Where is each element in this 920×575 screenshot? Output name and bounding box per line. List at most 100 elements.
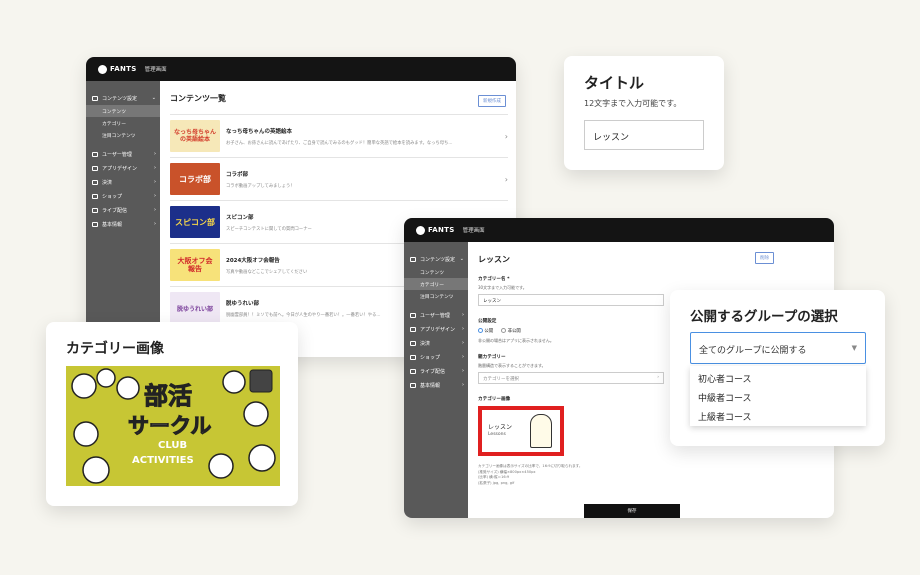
sidebar-sub-category[interactable]: カテゴリー	[86, 117, 160, 129]
chevron-right-icon: ›	[462, 354, 464, 360]
logo-text: FANTS	[428, 226, 455, 234]
sidebar-label: アプリデザイン	[102, 165, 138, 172]
parent-help: 階層構造で表示することができます。	[478, 363, 546, 368]
sidebar-item-live[interactable]: ライブ配信 ›	[404, 364, 468, 378]
help-line: カテゴリー画像は表示サイズの比率で、16:9に切り取られます。	[478, 464, 583, 468]
name-help: 30文字まで入力可能です。	[478, 285, 527, 290]
group-select-card: 公開するグループの選択 全てのグループに公開する ▼ 初心者コース 中級者コース…	[670, 290, 885, 446]
sidebar-item-design[interactable]: アプリデザイン ›	[86, 161, 160, 175]
topbar: FANTS 管理画面	[86, 57, 516, 81]
option-intermediate[interactable]: 中級者コース	[690, 388, 866, 407]
sidebar-sub-featured[interactable]: 注目コンテンツ	[404, 290, 468, 302]
sidebar-item-live[interactable]: ライブ配信 ›	[86, 203, 160, 217]
sidebar-label: 基本情報	[102, 221, 123, 228]
user-icon	[410, 312, 416, 318]
chevron-right-icon: ›	[154, 151, 156, 157]
user-icon	[92, 151, 98, 157]
new-button[interactable]: 新規作成	[478, 95, 506, 107]
sidebar-item-content-settings[interactable]: コンテンツ設定 ⌄	[86, 91, 160, 105]
chevron-down-icon: ›	[657, 375, 659, 380]
fants-logo[interactable]: FANTS	[98, 64, 137, 74]
image-title-line: サークル	[127, 414, 212, 439]
gear-icon	[410, 382, 416, 388]
image-help: カテゴリー画像は表示サイズの比率で、16:9に切り取られます。 (推奨サイズ) …	[478, 464, 583, 486]
sidebar-label: ライブ配信	[420, 368, 446, 375]
admin-label: 管理画面	[462, 228, 485, 234]
logo-text: FANTS	[110, 65, 137, 73]
cart-icon	[92, 193, 98, 199]
list-item[interactable]: なっち母ちゃんの英語絵本 なっち母ちゃんの英語絵本 お子さん、お孫さんに読んであげ…	[170, 114, 508, 157]
thumb-text: コラボ部	[179, 174, 211, 184]
sidebar: コンテンツ設定 ⌄ コンテンツ カテゴリー 注目コンテンツ ユーザー管理 › アプリ…	[404, 242, 468, 518]
image-title-line: CLUB	[158, 440, 188, 451]
list-item[interactable]: コラボ部 コラボ部 コラボ動画アップしてみましょう！ ›	[170, 157, 508, 200]
sidebar-item-design[interactable]: アプリデザイン ›	[404, 322, 468, 336]
help-line: (拡張子) jpg, png, gif	[478, 480, 515, 485]
chevron-right-icon: ›	[462, 312, 464, 318]
sidebar-label: アプリデザイン	[420, 326, 456, 333]
card-sub: 12文字まで入力可能です。	[584, 99, 682, 108]
radio-private[interactable]: 非公開	[501, 328, 521, 334]
option-beginner[interactable]: 初心者コース	[690, 369, 866, 388]
title-card: タイトル 12文字まで入力可能です。 レッスン	[564, 56, 724, 170]
category-name-input[interactable]: レッスン	[478, 294, 664, 306]
sidebar-item-basic[interactable]: 基本情報 ›	[86, 217, 160, 231]
fants-logo[interactable]: FANTS	[416, 225, 455, 235]
yen-icon	[92, 179, 98, 185]
sidebar-item-payment[interactable]: 決済 ›	[404, 336, 468, 350]
sidebar-item-users[interactable]: ユーザー管理 ›	[86, 147, 160, 161]
item-desc: コラボ動画アップしてみましょう！	[226, 183, 295, 189]
thumb-text: 大阪オフ会報告	[177, 257, 213, 273]
person-illustration-icon	[530, 414, 552, 448]
category-image-preview[interactable]: レッスン Lessons	[478, 406, 564, 456]
parent-category-select[interactable]: カテゴリーを選択 ›	[478, 372, 664, 384]
option-advanced[interactable]: 上級者コース	[690, 407, 866, 426]
select-value: 全てのグループに公開する	[699, 346, 807, 356]
delete-button[interactable]: 削除	[755, 252, 774, 264]
sidebar-sub-category[interactable]: カテゴリー	[404, 278, 468, 290]
caret-down-icon: ▼	[851, 344, 857, 352]
thumbnail: なっち母ちゃんの英語絵本	[170, 120, 220, 152]
chevron-right-icon: ›	[154, 193, 156, 199]
save-button[interactable]: 保存	[584, 504, 680, 518]
chevron-right-icon: ›	[504, 131, 508, 141]
chevron-right-icon: ›	[154, 207, 156, 213]
sidebar-label: 決済	[102, 179, 113, 186]
sidebar-sub-content[interactable]: コンテンツ	[404, 266, 468, 278]
radio-public[interactable]: 公開	[478, 328, 493, 334]
thumbnail: 脱ゆうれい部	[170, 292, 220, 324]
category-image: 部活 サークル CLUB ACTIVITIES	[66, 366, 280, 486]
image-title-line: ACTIVITIES	[132, 455, 194, 466]
publish-label: 公開設定	[478, 319, 497, 324]
folder-icon	[92, 95, 98, 101]
radio-label: 公開	[484, 329, 494, 334]
sidebar-item-payment[interactable]: 決済 ›	[86, 175, 160, 189]
sidebar-label: ライブ配信	[102, 207, 128, 214]
page-title: レッスン	[478, 255, 510, 264]
sidebar-item-users[interactable]: ユーザー管理 ›	[404, 308, 468, 322]
sidebar-item-content-settings[interactable]: コンテンツ設定 ⌄	[404, 252, 468, 266]
chevron-right-icon: ›	[504, 174, 508, 184]
publish-radio-group: 公開 非公開	[478, 328, 521, 334]
sidebar-label: ショップ	[102, 193, 123, 200]
category-image-card: カテゴリー画像 部活 サークル CLUB ACTIVITIES	[46, 322, 298, 506]
title-input[interactable]: レッスン	[584, 120, 704, 150]
sidebar-sub-content[interactable]: コンテンツ	[86, 105, 160, 117]
radio-label: 非公開	[507, 329, 521, 334]
palette-icon	[410, 326, 416, 332]
image-label: カテゴリー画像	[478, 397, 511, 402]
sidebar-item-shop[interactable]: ショップ ›	[404, 350, 468, 364]
sidebar-sub-featured[interactable]: 注目コンテンツ	[86, 129, 160, 141]
chevron-down-icon: ⌄	[151, 95, 156, 101]
sidebar-item-shop[interactable]: ショップ ›	[86, 189, 160, 203]
thumbnail: コラボ部	[170, 163, 220, 195]
chevron-right-icon: ›	[462, 340, 464, 346]
group-select[interactable]: 全てのグループに公開する ▼	[690, 332, 866, 364]
sidebar-label: コンテンツ設定	[420, 256, 456, 263]
publish-help: 非公開の場合はアプリに表示されません。	[478, 338, 554, 343]
select-placeholder: カテゴリーを選択	[483, 377, 519, 382]
sidebar-item-basic[interactable]: 基本情報 ›	[404, 378, 468, 392]
chevron-right-icon: ›	[154, 165, 156, 171]
sidebar-label: 基本情報	[420, 382, 441, 389]
thumbnail: スピコン部	[170, 206, 220, 238]
